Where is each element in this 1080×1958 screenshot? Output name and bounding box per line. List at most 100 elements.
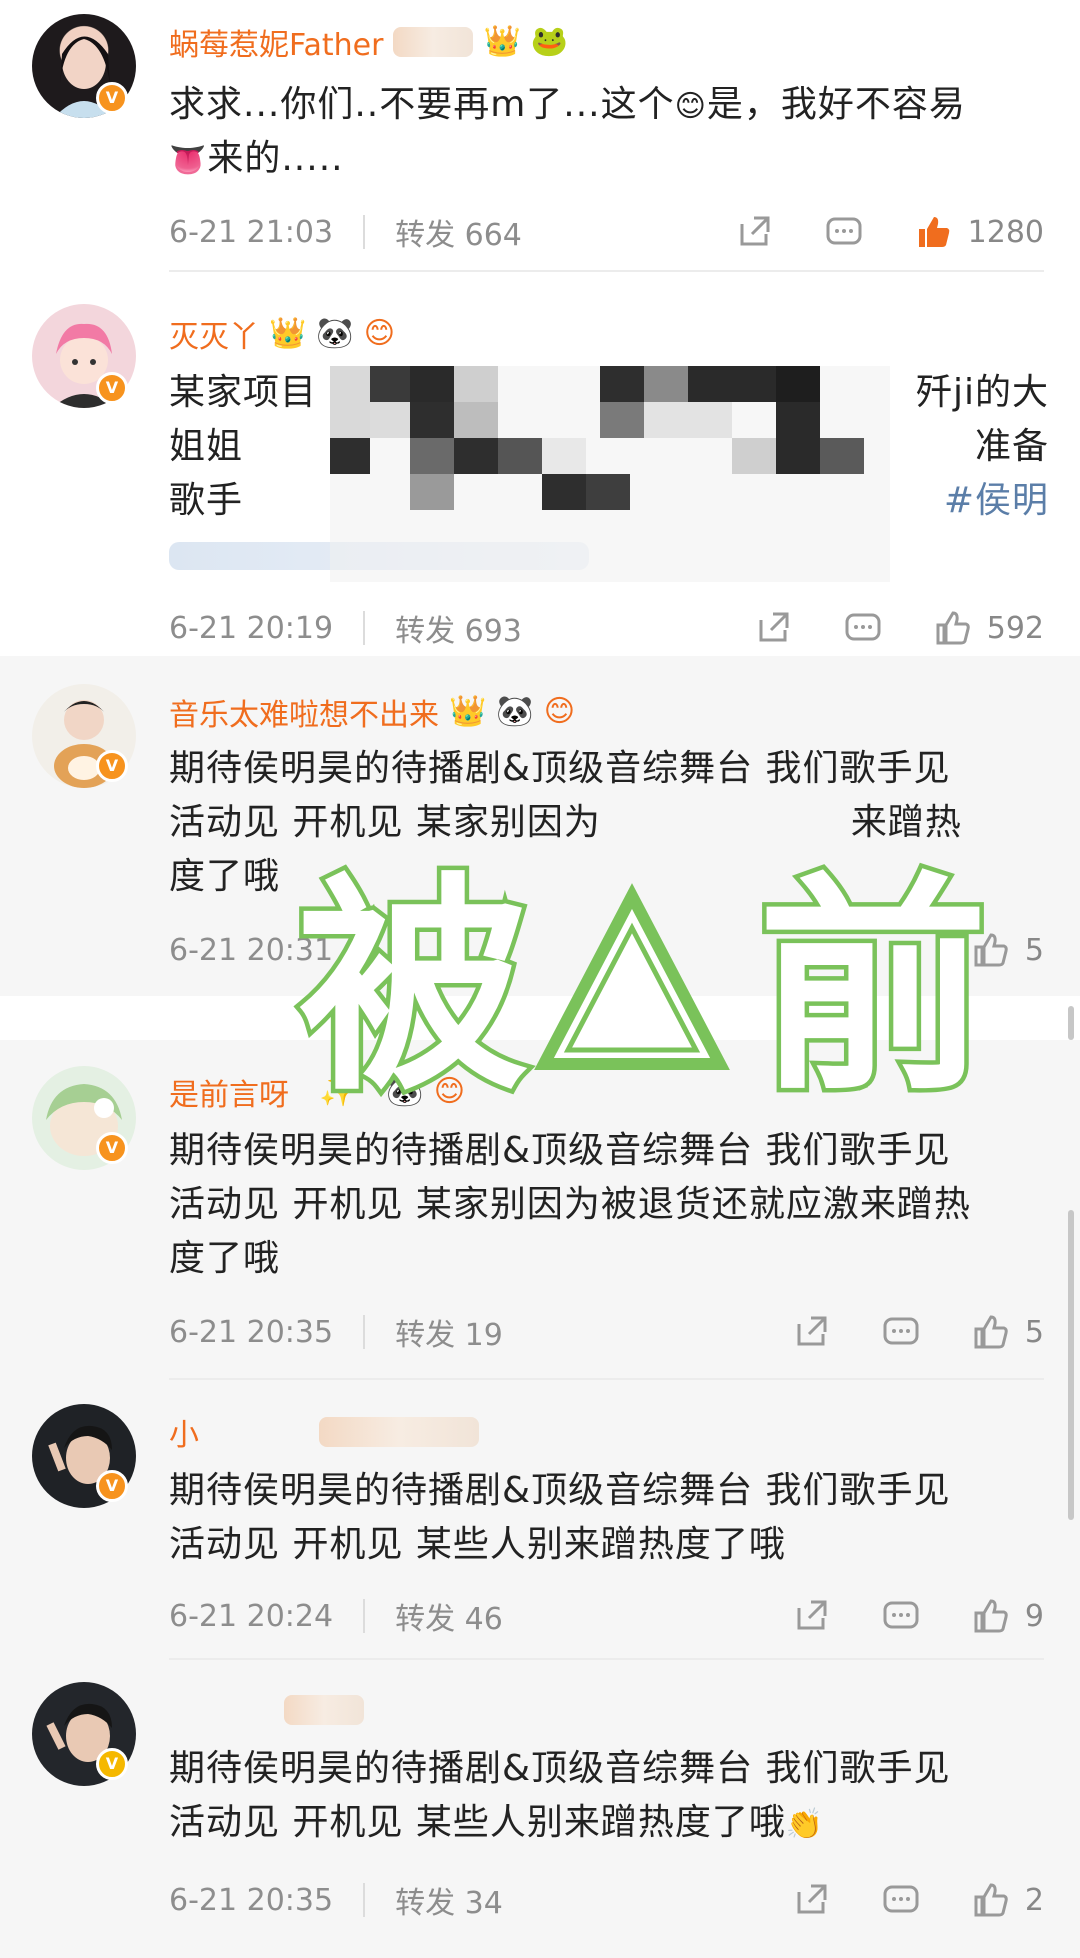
- like-count: 1280: [967, 214, 1044, 250]
- blurred-text: [610, 804, 841, 842]
- verified-badge: V: [96, 750, 128, 782]
- repost-count[interactable]: 转发 34: [395, 1878, 503, 1922]
- comment-text: 期待侯明昊的待播剧&顶级音综舞台 我们歌手见 活动见 开机见 某些人别来蹭热度了…: [169, 1470, 951, 1565]
- like-button[interactable]: 592: [933, 608, 1044, 648]
- comment-button[interactable]: [843, 608, 883, 648]
- username[interactable]: 音乐太难啦想不出来 👑 🐼 😊: [169, 690, 575, 734]
- comment-meta: 6-21 21:03 转发 664 1280: [169, 210, 1044, 254]
- username[interactable]: 小: [169, 1410, 479, 1454]
- crown-icon: 👑: [449, 694, 487, 729]
- like-icon: [936, 611, 970, 645]
- comment-meta: 6-21 20:24 转发 46 9: [169, 1594, 1044, 1638]
- meta-separator: [363, 1599, 366, 1633]
- like-count: 9: [1024, 1598, 1044, 1634]
- like-count: 592: [986, 610, 1044, 646]
- comment-text: 期待侯明昊的待播剧&顶级音综舞台 我们歌手见 活动见 开机见 某些人别来蹭热度了…: [169, 1748, 951, 1843]
- comment-button[interactable]: [881, 1880, 921, 1920]
- username-text: 灭灭丫: [169, 320, 259, 355]
- verified-badge: V: [96, 1132, 128, 1164]
- like-button[interactable]: 5: [971, 1312, 1044, 1352]
- watermark-right-char: 前: [758, 855, 988, 1102]
- crown-icon: 👑: [269, 316, 307, 351]
- triangle-icon: [534, 883, 730, 1070]
- timestamp: 6-21 20:19: [169, 610, 334, 646]
- repost-count[interactable]: 转发 664: [395, 210, 522, 254]
- frog-icon: 🐸: [530, 24, 569, 59]
- repost-icon: [797, 1884, 827, 1914]
- comment-meta: 6-21 20:19 转发 693 592: [169, 606, 1044, 650]
- comment-item: V 期待侯明昊的待播剧&顶级音综舞台 我们歌手见 活动见 开机见 某些人别来蹭热…: [0, 1660, 1080, 1958]
- username-text: 是前言呀: [169, 1078, 289, 1113]
- comment-item: V 小 期待侯明昊的待播剧&顶级音综舞台 我们歌手见 活动见 开机见 某些人别来…: [0, 1380, 1080, 1660]
- like-button[interactable]: 2: [971, 1880, 1044, 1920]
- username-text: 小: [169, 1418, 199, 1453]
- comment-text: 求求...你们..不要再m了...这个😊是，我好不容易 👅来的.....: [169, 84, 966, 179]
- comment-button[interactable]: [881, 1312, 921, 1352]
- comment-meta: 6-21 20:35 转发 19 5: [169, 1310, 1044, 1354]
- scrollbar[interactable]: [1068, 1210, 1074, 1520]
- comment-icon: [826, 217, 862, 245]
- like-icon: [974, 1599, 1008, 1633]
- repost-count[interactable]: 转发 693: [395, 606, 522, 650]
- like-icon: [974, 1315, 1008, 1349]
- blurred-name: [319, 1417, 479, 1447]
- repost-button[interactable]: [753, 608, 793, 648]
- comment-icon: [883, 1601, 919, 1629]
- comment-button[interactable]: [824, 212, 864, 252]
- verified-badge: V: [96, 372, 128, 404]
- scrollbar[interactable]: [1068, 1006, 1074, 1040]
- timestamp: 6-21 20:35: [169, 1314, 334, 1350]
- meta-separator: [363, 1315, 366, 1349]
- repost-icon: [759, 612, 789, 642]
- watermark: 被 前: [294, 852, 993, 1102]
- repost-icon: [740, 216, 770, 246]
- verified-badge: V: [96, 1748, 128, 1780]
- repost-count[interactable]: 转发 19: [395, 1310, 503, 1354]
- repost-button[interactable]: [734, 212, 774, 252]
- comment-item: V 灭灭丫 👑 🐼 😊 某家项目 歼ji的大 姐姐 准备 歌手 #侯明 6-21…: [0, 272, 1080, 656]
- watermark-left-char: 被: [298, 855, 528, 1102]
- comment-button[interactable]: [881, 1596, 921, 1636]
- comment-icon: [883, 1885, 919, 1913]
- emoji-icon: 😊: [674, 89, 707, 124]
- verified-badge: V: [96, 82, 128, 114]
- timestamp: 6-21 20:35: [169, 1882, 334, 1918]
- verified-badge: V: [96, 1470, 128, 1502]
- comment-icon: [845, 613, 881, 641]
- blurred-badges: [393, 27, 474, 57]
- meta-separator: [363, 611, 366, 645]
- repost-button[interactable]: [791, 1880, 831, 1920]
- face-icon: 😊: [543, 694, 575, 729]
- timestamp: 6-21 21:03: [169, 214, 334, 250]
- comment-item: V 蜗莓惹妮Father 👑 🐸 求求...你们..不要再m了...这个😊是，我…: [0, 0, 1080, 272]
- panda-icon: 🐼: [316, 316, 354, 351]
- crown-icon: 👑: [483, 24, 521, 59]
- like-icon: [918, 217, 949, 247]
- username[interactable]: [169, 1688, 364, 1732]
- face-icon: 😊: [363, 316, 395, 351]
- repost-count[interactable]: 转发 46: [395, 1594, 503, 1638]
- like-button[interactable]: 9: [971, 1596, 1044, 1636]
- comment-meta: 6-21 20:35 转发 34 2: [169, 1878, 1044, 1922]
- repost-button[interactable]: [791, 1596, 831, 1636]
- username[interactable]: 灭灭丫 👑 🐼 😊: [169, 312, 395, 356]
- clap-emoji-icon: 👏: [785, 1807, 825, 1842]
- timestamp: 6-21 20:24: [169, 1598, 334, 1634]
- tongue-emoji-icon: 👅: [169, 143, 208, 178]
- mosaic-redaction: [330, 366, 890, 582]
- comment-text: 期待侯明昊的待播剧&顶级音综舞台 我们歌手见 活动见 开机见 某家别因为被退货还…: [169, 1130, 971, 1279]
- repost-button[interactable]: [791, 1312, 831, 1352]
- like-button[interactable]: 1280: [914, 212, 1044, 252]
- like-count: 5: [1024, 1314, 1044, 1350]
- panda-icon: 🐼: [496, 694, 534, 729]
- repost-icon: [797, 1600, 827, 1630]
- repost-icon: [797, 1316, 827, 1346]
- meta-separator: [363, 215, 366, 249]
- blurred-name: [284, 1695, 364, 1725]
- username[interactable]: 蜗莓惹妮Father 👑 🐸: [169, 20, 568, 64]
- username-text: 蜗莓惹妮Father: [169, 28, 384, 63]
- comment-icon: [883, 1317, 919, 1345]
- meta-separator: [363, 1883, 366, 1917]
- like-icon: [974, 1883, 1008, 1917]
- username-text: 音乐太难啦想不出来: [169, 698, 439, 733]
